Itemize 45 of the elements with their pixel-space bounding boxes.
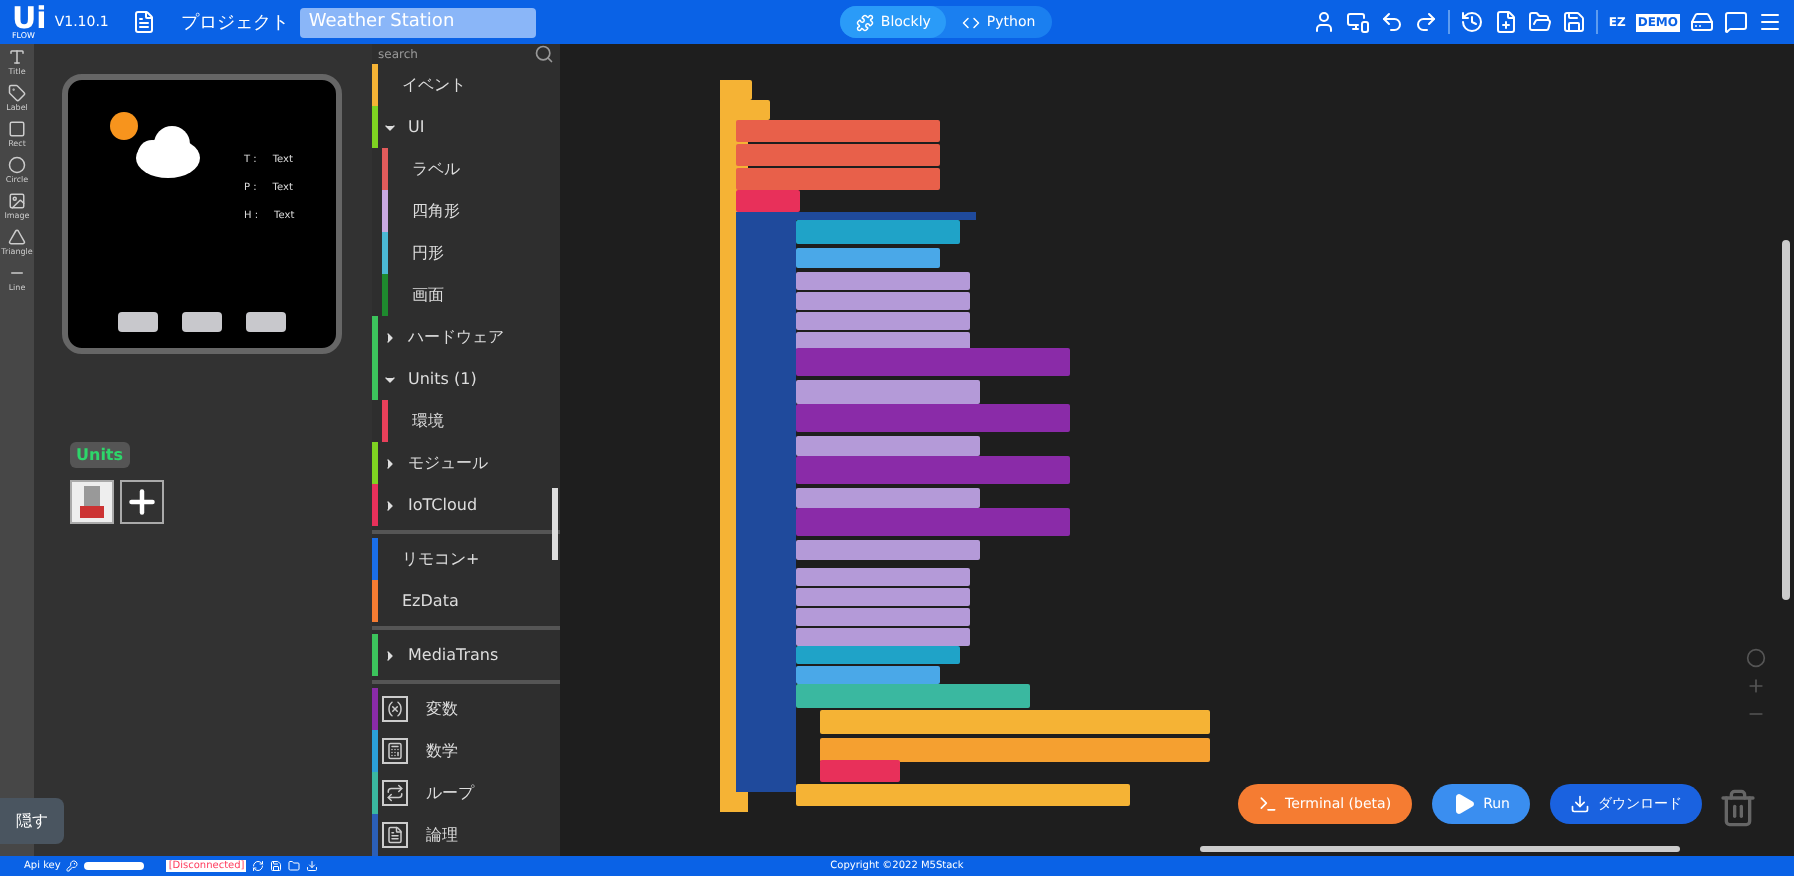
- user-icon[interactable]: [1312, 10, 1337, 34]
- refresh-icon[interactable]: [252, 860, 265, 872]
- triangle-icon: [8, 228, 26, 246]
- variable-icon: [382, 696, 408, 722]
- folder-icon[interactable]: [288, 860, 301, 872]
- collapsed-caret-icon: [382, 329, 398, 345]
- new-icon[interactable]: [1494, 10, 1519, 34]
- project-menu[interactable]: プロジェクト: [180, 9, 289, 35]
- document-icon[interactable]: [132, 10, 157, 34]
- collapsed-caret-icon: [382, 647, 398, 663]
- redo-icon[interactable]: [1414, 10, 1439, 34]
- add-unit-button[interactable]: [120, 480, 164, 524]
- menu-icon[interactable]: [1758, 10, 1782, 34]
- calculator-icon: [382, 738, 408, 764]
- play-icon: [1451, 792, 1476, 816]
- redacted-key: [84, 862, 145, 870]
- label-icon: [7, 84, 26, 102]
- hide-button[interactable]: 隠す: [0, 798, 64, 844]
- open-icon[interactable]: [1528, 10, 1553, 34]
- terminal-icon: [1257, 794, 1277, 814]
- rect-icon: [8, 120, 26, 138]
- download-icon: [1570, 794, 1590, 814]
- env-unit-icon[interactable]: [70, 480, 114, 524]
- loop-icon: [382, 780, 408, 806]
- history-icon[interactable]: [1460, 10, 1485, 34]
- puzzle-icon: [856, 13, 875, 31]
- download-icon[interactable]: [306, 860, 319, 872]
- collapsed-caret-icon: [382, 455, 398, 471]
- plus-icon: [124, 484, 160, 520]
- key-icon: [66, 860, 79, 872]
- undo-icon[interactable]: [1380, 10, 1405, 34]
- trash-icon[interactable]: [1718, 788, 1758, 828]
- circle-icon: [7, 156, 26, 174]
- units-title: Units: [70, 442, 130, 468]
- device2-icon[interactable]: [1690, 10, 1714, 34]
- search-icon[interactable]: [534, 44, 554, 64]
- title-icon: [8, 48, 26, 66]
- device-icon[interactable]: [1346, 10, 1371, 34]
- chat-icon[interactable]: [1724, 10, 1748, 34]
- save-icon[interactable]: [270, 860, 283, 872]
- save-icon[interactable]: [1562, 10, 1587, 34]
- code-icon: [962, 13, 981, 31]
- image-icon: [8, 192, 26, 210]
- logic-icon: [382, 822, 408, 848]
- collapsed-caret-icon: [382, 497, 398, 513]
